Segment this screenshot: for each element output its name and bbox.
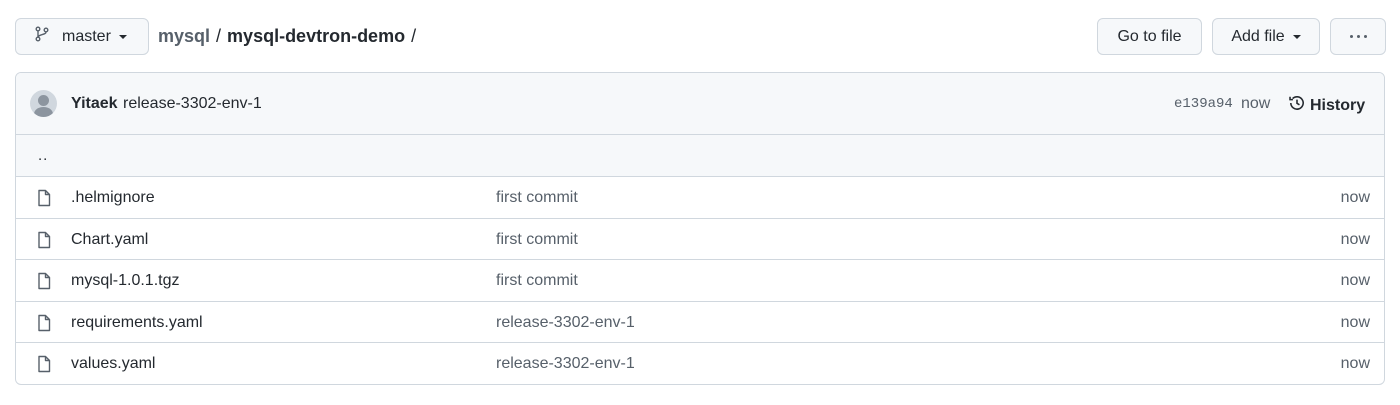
history-link[interactable]: History — [1288, 94, 1365, 117]
git-branch-icon — [34, 26, 50, 47]
commit-sha-link[interactable]: e139a94 — [1174, 96, 1233, 112]
file-commit-link[interactable]: release-3302-env-1 — [496, 355, 635, 373]
breadcrumb-separator: / — [216, 26, 222, 46]
file-time: now — [1340, 355, 1370, 373]
breadcrumb: mysql / mysql-devtron-demo / — [158, 26, 416, 47]
history-icon — [1288, 94, 1306, 117]
commit-author-link[interactable]: Yitaek — [71, 95, 118, 113]
table-row: requirements.yaml release-3302-env-1 now — [16, 302, 1384, 344]
file-name-link[interactable]: Chart.yaml — [71, 231, 148, 249]
breadcrumb-trailing-separator: / — [411, 26, 417, 46]
file-name-link[interactable]: requirements.yaml — [71, 314, 203, 332]
file-name-link[interactable]: .helmignore — [71, 189, 155, 207]
table-row: .helmignore first commit now — [16, 177, 1384, 219]
history-label: History — [1310, 96, 1366, 114]
file-time: now — [1340, 189, 1370, 206]
file-time: now — [1340, 272, 1370, 290]
go-to-file-label: Go to file — [1117, 27, 1182, 45]
more-options-button[interactable] — [1330, 18, 1386, 55]
table-row: values.yaml release-3302-env-1 now — [16, 343, 1384, 384]
branch-select-button[interactable]: master — [15, 18, 149, 55]
commit-message-link[interactable]: release-3302-env-1 — [123, 95, 262, 113]
file-name-link[interactable]: mysql-1.0.1.tgz — [71, 272, 179, 290]
file-commit-link[interactable]: first commit — [496, 272, 578, 290]
go-to-file-button[interactable]: Go to file — [1097, 18, 1202, 55]
avatar[interactable] — [30, 90, 57, 117]
file-icon — [36, 231, 52, 254]
file-icon — [36, 314, 52, 337]
parent-directory-link[interactable]: .. — [38, 147, 48, 164]
kebab-horizontal-icon — [1349, 35, 1367, 38]
chevron-down-icon — [118, 34, 127, 39]
breadcrumb-repo-link[interactable]: mysql — [158, 26, 210, 47]
chevron-down-icon — [1292, 34, 1301, 39]
add-file-button[interactable]: Add file — [1212, 18, 1320, 55]
repo-toolbar: master mysql / mysql-devtron-demo / Go t… — [0, 0, 1400, 72]
commit-time: now — [1241, 95, 1271, 112]
table-row: Chart.yaml first commit now — [16, 219, 1384, 261]
add-file-label: Add file — [1231, 27, 1285, 45]
branch-name: master — [62, 27, 111, 45]
file-commit-link[interactable]: first commit — [496, 189, 578, 207]
file-time: now — [1340, 313, 1370, 331]
file-browser: Yitaek release-3302-env-1 e139a94 now Hi… — [15, 72, 1385, 385]
file-icon — [36, 272, 52, 295]
file-commit-link[interactable]: release-3302-env-1 — [496, 314, 635, 332]
latest-commit-bar: Yitaek release-3302-env-1 e139a94 now Hi… — [16, 73, 1384, 135]
file-icon — [36, 355, 52, 378]
breadcrumb-current-dir: mysql-devtron-demo — [227, 26, 406, 46]
file-icon — [36, 189, 52, 212]
file-commit-link[interactable]: first commit — [496, 231, 578, 249]
parent-directory-row[interactable]: .. — [16, 135, 1384, 177]
table-row: mysql-1.0.1.tgz first commit now — [16, 260, 1384, 302]
file-name-link[interactable]: values.yaml — [71, 355, 155, 373]
file-time: now — [1340, 230, 1370, 248]
